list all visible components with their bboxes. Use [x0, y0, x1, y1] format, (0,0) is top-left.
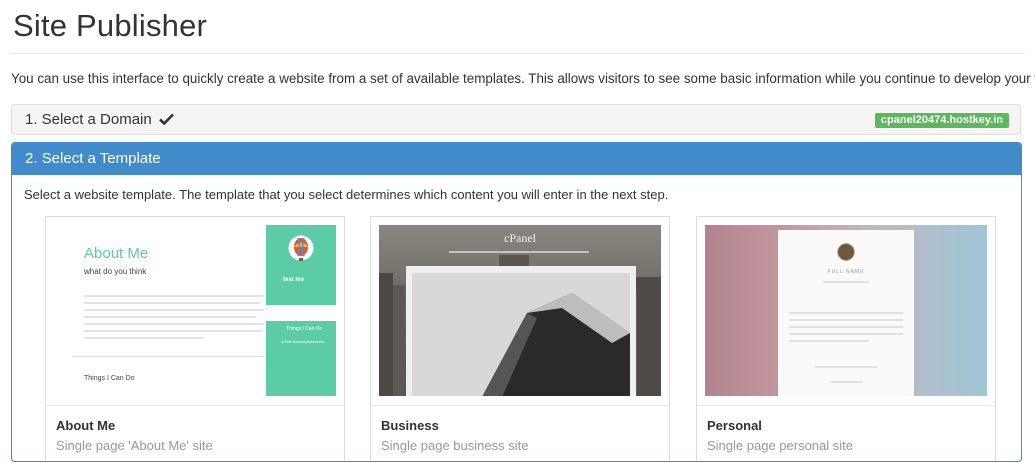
template-description: Single page business site: [381, 438, 529, 453]
select-template-heading: 2. Select a Template: [12, 143, 1021, 175]
text-line: [84, 337, 204, 339]
thumb-sidebar-item: A Few Accomplishments: [281, 339, 325, 344]
select-domain-label: 1. Select a Domain: [25, 111, 152, 128]
text-line: [84, 316, 256, 318]
template-card-about-me[interactable]: About Me what do you think Things I Can …: [45, 216, 345, 461]
thumb-tagline: [449, 251, 589, 253]
personal-thumbnail[interactable]: FULL NAME: [705, 225, 987, 396]
template-card-business[interactable]: cPanel Business Single page business sit…: [370, 216, 670, 461]
template-name: Business: [381, 418, 439, 433]
thumb-section-title: Things I Can Do: [84, 375, 135, 382]
skyscraper-image: [412, 273, 630, 396]
thumb-text-line: [789, 319, 903, 321]
thumb-text-line: [789, 340, 869, 342]
building-photo: [412, 273, 630, 396]
template-description: Single page 'About Me' site: [56, 438, 213, 453]
business-thumbnail[interactable]: cPanel: [379, 225, 661, 396]
domain-badge: cpanel20474.hostkey.in: [874, 113, 1009, 128]
text-line: [84, 309, 264, 311]
about-me-thumbnail[interactable]: About Me what do you think Things I Can …: [54, 225, 336, 396]
balloon-icon: [288, 235, 314, 261]
template-name: About Me: [56, 418, 116, 433]
text-line: [84, 295, 264, 297]
thumb-text-line: [789, 326, 903, 328]
thumb-text-line: [815, 366, 877, 368]
thumb-heading: About Me: [84, 245, 149, 262]
thumb-text-line: [823, 281, 869, 283]
text-line: [84, 302, 260, 304]
thumb-text-line: [789, 312, 903, 314]
card-divider: [46, 405, 344, 406]
intro-text: You can use this interface to quickly cr…: [11, 71, 1035, 86]
card-divider: [371, 405, 669, 406]
select-domain-heading[interactable]: 1. Select a Domain: [25, 111, 174, 128]
thumb-text-line: [789, 333, 903, 335]
page-title: Site Publisher: [13, 8, 208, 43]
thumb-name: FULL NAME: [827, 269, 865, 275]
select-domain-panel[interactable]: 1. Select a Domain cpanel20474.hostkey.i…: [11, 104, 1021, 135]
thumb-subheading: what do you think: [84, 267, 147, 276]
title-divider: [10, 53, 1025, 54]
template-instructions: Select a website template. The template …: [24, 187, 669, 202]
thumb-sidebar-label: Things I Can Do: [286, 326, 323, 332]
thumb-sidebar-bottom: [266, 321, 336, 396]
thumb-sidebar-name: test me: [283, 277, 305, 283]
template-card-personal[interactable]: FULL NAME Personal Single page personal …: [696, 216, 996, 461]
template-description: Single page personal site: [707, 438, 853, 453]
check-icon: [159, 113, 174, 125]
thumb-divider: [72, 356, 265, 357]
thumb-text-line: [830, 381, 862, 383]
thumb-logo: cPanel: [504, 231, 536, 245]
select-template-panel: 2. Select a Template Select a website te…: [11, 142, 1022, 462]
thumb-avatar: [837, 243, 855, 261]
text-line: [84, 323, 264, 325]
text-line: [84, 330, 262, 332]
card-divider: [697, 405, 995, 406]
template-name: Personal: [707, 418, 762, 433]
